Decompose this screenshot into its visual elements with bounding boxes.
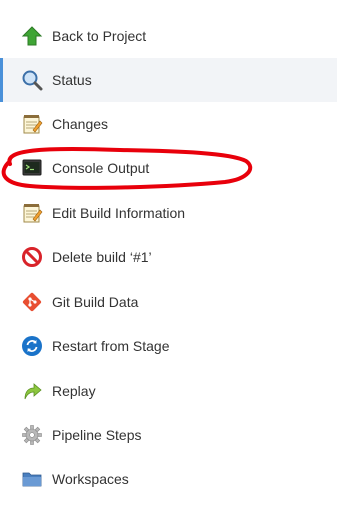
git-icon <box>20 290 44 314</box>
sidebar-item-label: Console Output <box>52 160 150 176</box>
sidebar-item-label: Workspaces <box>52 471 129 487</box>
sidebar-item-label: Replay <box>52 383 96 399</box>
sidebar-item-edit-build-information[interactable]: Edit Build Information <box>0 191 337 235</box>
sidebar-item-back-to-project[interactable]: Back to Project <box>0 14 337 58</box>
sidebar-item-git-build-data[interactable]: Git Build Data <box>0 280 337 324</box>
notepad-icon <box>20 112 44 136</box>
sidebar-item-restart-from-stage[interactable]: Restart from Stage <box>0 324 337 368</box>
sidebar-item-label: Back to Project <box>52 28 147 44</box>
replay-arrow-icon <box>20 379 44 403</box>
sidebar-item-workspaces[interactable]: Workspaces <box>0 457 337 501</box>
folder-icon <box>20 467 44 491</box>
terminal-icon <box>20 156 44 180</box>
sidebar-item-label: Pipeline Steps <box>52 427 142 443</box>
sidebar-item-label: Delete build ‘#1’ <box>52 249 152 265</box>
sidebar-item-console-output[interactable]: Console Output <box>0 146 337 190</box>
sidebar-item-label: Changes <box>52 116 109 132</box>
restart-icon <box>20 334 44 358</box>
sidebar-item-delete-build[interactable]: Delete build ‘#1’ <box>0 235 337 279</box>
task-sidebar: Back to Project Status Changes Console O… <box>0 0 337 513</box>
sidebar-item-label: Git Build Data <box>52 294 139 310</box>
sidebar-item-label: Edit Build Information <box>52 205 186 221</box>
sidebar-item-label: Status <box>52 72 92 88</box>
up-arrow-icon <box>20 24 44 48</box>
sidebar-item-status[interactable]: Status <box>0 58 337 102</box>
no-entry-icon <box>20 245 44 269</box>
sidebar-item-label: Restart from Stage <box>52 338 170 354</box>
sidebar-item-pipeline-steps[interactable]: Pipeline Steps <box>0 413 337 457</box>
gear-icon <box>20 423 44 447</box>
notepad-pencil-icon <box>20 201 44 225</box>
sidebar-item-changes[interactable]: Changes <box>0 102 337 146</box>
sidebar-item-replay[interactable]: Replay <box>0 369 337 413</box>
magnifier-icon <box>20 68 44 92</box>
